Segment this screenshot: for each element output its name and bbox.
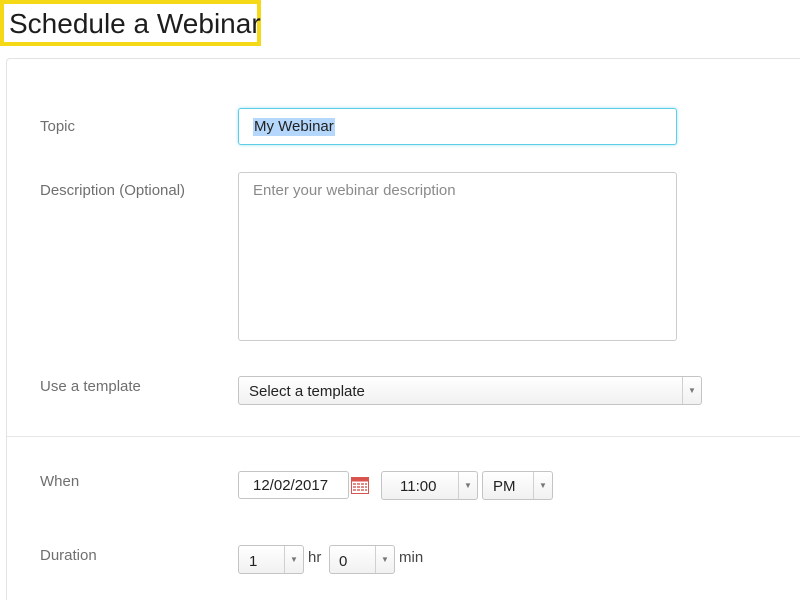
topic-input[interactable]: My Webinar <box>238 108 677 145</box>
topic-label: Topic <box>40 118 76 135</box>
duration-hours-value: 1 <box>249 553 258 570</box>
duration-hours-select[interactable]: 1 ▼ <box>238 545 304 574</box>
ampm-select-value: PM <box>493 478 516 495</box>
chevron-down-icon: ▼ <box>533 472 552 499</box>
when-label: When <box>40 473 80 490</box>
page-title: Schedule a Webinar <box>9 8 261 39</box>
calendar-icon[interactable] <box>351 477 369 494</box>
time-select-value: 11:00 <box>400 478 437 495</box>
description-label: Description (Optional) <box>40 182 186 199</box>
page-title-highlight: Schedule a Webinar <box>0 0 261 46</box>
description-textarea[interactable]: Enter your webinar description <box>238 172 677 341</box>
topic-input-value: My Webinar <box>253 118 335 136</box>
date-input-value: 12/02/2017 <box>253 477 329 494</box>
template-label: Use a template <box>40 378 141 395</box>
ampm-select[interactable]: PM ▼ <box>482 471 553 500</box>
chevron-down-icon: ▼ <box>458 472 477 499</box>
hours-unit-label: hr <box>308 549 322 566</box>
duration-label: Duration <box>40 547 97 564</box>
schedule-webinar-page: Schedule a Webinar Topic My Webinar Desc… <box>0 0 800 600</box>
section-divider <box>7 436 800 437</box>
template-select[interactable]: Select a template ▼ <box>238 376 702 405</box>
date-input[interactable]: 12/02/2017 <box>238 471 349 499</box>
chevron-down-icon: ▼ <box>375 546 394 573</box>
duration-minutes-value: 0 <box>339 553 348 570</box>
duration-minutes-select[interactable]: 0 ▼ <box>329 545 395 574</box>
template-select-value: Select a template <box>249 383 365 400</box>
minutes-unit-label: min <box>399 549 424 566</box>
chevron-down-icon: ▼ <box>284 546 303 573</box>
time-select[interactable]: 11:00 ▼ <box>381 471 478 500</box>
chevron-down-icon: ▼ <box>682 377 701 404</box>
description-placeholder: Enter your webinar description <box>253 182 456 199</box>
